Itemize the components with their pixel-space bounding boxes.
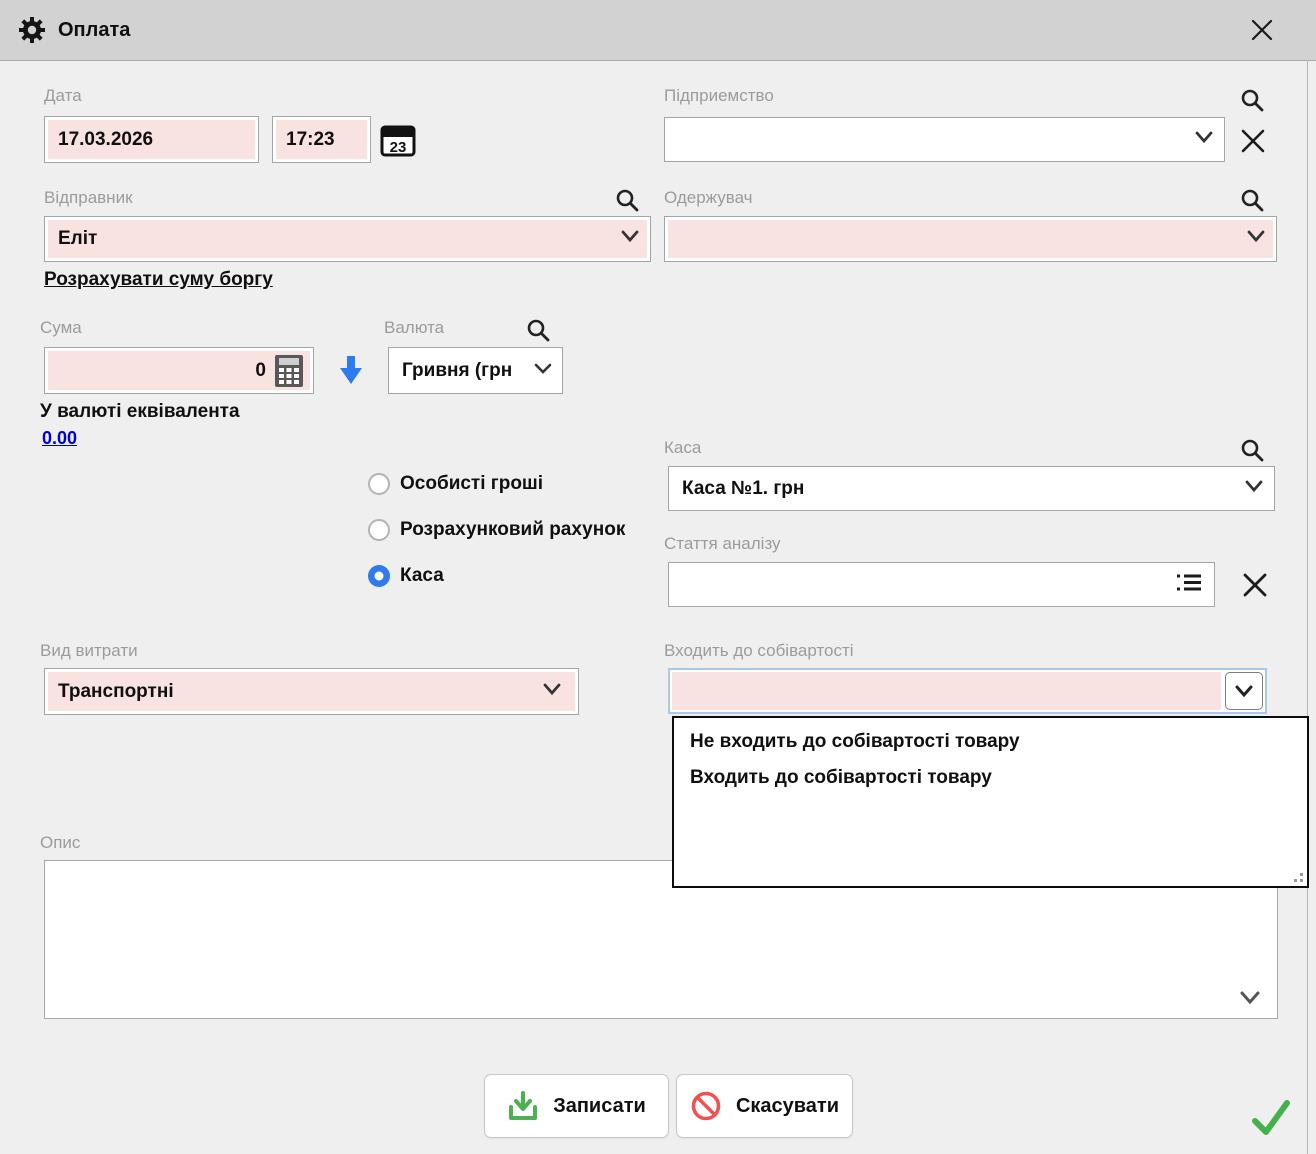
cost-inclusion-label: Входить до собівартості [664, 641, 854, 661]
sender-combobox[interactable]: Еліт [44, 216, 651, 262]
cash-value: Каса №1. грн [672, 478, 804, 500]
cancel-button[interactable]: Скасувати [676, 1074, 853, 1138]
sender-label: Відправник [44, 188, 133, 208]
enterprise-combobox[interactable] [664, 117, 1225, 162]
expense-type-label: Вид витрати [40, 641, 138, 661]
currency-combobox[interactable]: Гривня (грн [388, 347, 563, 394]
svg-text:23: 23 [390, 139, 407, 156]
receiver-search-icon[interactable] [1238, 186, 1266, 214]
cost-inclusion-dropdown: Не входить до собівартості товару Входит… [672, 716, 1309, 888]
expense-type-combobox[interactable]: Транспортні [44, 668, 579, 715]
chevron-down-icon[interactable] [542, 683, 562, 701]
calculate-debt-link[interactable]: Розрахувати суму боргу [44, 269, 273, 291]
currency-label: Валюта [384, 318, 444, 338]
amount-value: 0 [255, 360, 274, 382]
cash-combobox[interactable]: Каса №1. грн [668, 466, 1275, 511]
title-bar: Оплата [0, 0, 1316, 61]
dropdown-option[interactable]: Входить до собівартості товару [674, 760, 1307, 796]
analysis-clear-icon[interactable] [1238, 568, 1272, 602]
save-button-label: Записати [553, 1095, 646, 1118]
radio-option-cash[interactable]: Каса [368, 565, 444, 587]
amount-label: Сума [40, 318, 82, 338]
receiver-label: Одержувач [664, 188, 753, 208]
time-value: 17:23 [276, 129, 335, 151]
chevron-down-icon[interactable] [1239, 991, 1261, 1010]
cash-label: Каса [664, 438, 701, 458]
chevron-down-icon[interactable] [1225, 672, 1263, 710]
equivalent-label: У валюті еквівалента [40, 401, 240, 423]
amount-input[interactable]: 0 [44, 347, 314, 394]
radio-option-settlement-account[interactable]: Розрахунковий рахунок [368, 519, 625, 541]
chevron-down-icon[interactable] [1194, 131, 1214, 149]
description-label: Опис [40, 833, 80, 853]
list-icon[interactable] [1176, 572, 1202, 597]
calculator-icon[interactable] [274, 354, 304, 388]
radio-icon[interactable] [368, 565, 390, 587]
chevron-down-icon[interactable] [1246, 230, 1266, 248]
radio-icon[interactable] [368, 519, 390, 541]
cancel-icon [690, 1090, 722, 1122]
radio-label: Розрахунковий рахунок [400, 519, 625, 541]
dialog-title: Оплата [58, 19, 130, 42]
sender-search-icon[interactable] [613, 186, 641, 214]
date-label: Дата [44, 86, 82, 106]
calendar-icon[interactable]: 23 [378, 120, 418, 160]
expense-type-value: Транспортні [48, 681, 174, 703]
radio-icon[interactable] [368, 473, 390, 495]
radio-option-personal-money[interactable]: Особисті гроші [368, 473, 543, 495]
analysis-input[interactable] [668, 562, 1215, 607]
analysis-label: Стаття аналізу [664, 534, 781, 554]
chevron-down-icon[interactable] [534, 362, 552, 380]
receiver-combobox[interactable] [664, 216, 1277, 262]
enterprise-search-icon[interactable] [1238, 86, 1266, 114]
cost-inclusion-combobox[interactable] [668, 668, 1267, 714]
dropdown-option[interactable]: Не входить до собівартості товару [674, 724, 1307, 760]
checkmark-icon[interactable] [1248, 1094, 1294, 1140]
radio-label: Особисті гроші [400, 473, 543, 495]
payment-dialog: Оплата Дата 17.03.2026 17:23 23 Підприем… [0, 0, 1316, 1154]
enterprise-label: Підприемство [664, 86, 774, 106]
date-value: 17.03.2026 [48, 129, 153, 151]
chevron-down-icon[interactable] [1244, 480, 1264, 498]
radio-label: Каса [400, 565, 444, 587]
enterprise-clear-icon[interactable] [1237, 125, 1269, 157]
dialog-right-border [1307, 60, 1308, 1154]
save-icon [507, 1090, 539, 1122]
chevron-down-icon[interactable] [620, 230, 640, 248]
cash-search-icon[interactable] [1238, 436, 1266, 464]
close-icon[interactable] [1248, 16, 1276, 44]
arrow-down-blue-icon[interactable] [337, 354, 365, 386]
date-input[interactable]: 17.03.2026 [44, 116, 259, 163]
sender-value: Еліт [48, 228, 97, 250]
time-input[interactable]: 17:23 [272, 116, 371, 163]
resize-grip[interactable] [1289, 868, 1303, 882]
equivalent-value-link[interactable]: 0.00 [42, 428, 77, 449]
currency-search-icon[interactable] [524, 316, 552, 344]
currency-value: Гривня (грн [392, 360, 512, 382]
save-button[interactable]: Записати [484, 1074, 669, 1138]
gear-icon [18, 16, 46, 44]
cancel-button-label: Скасувати [736, 1095, 839, 1118]
